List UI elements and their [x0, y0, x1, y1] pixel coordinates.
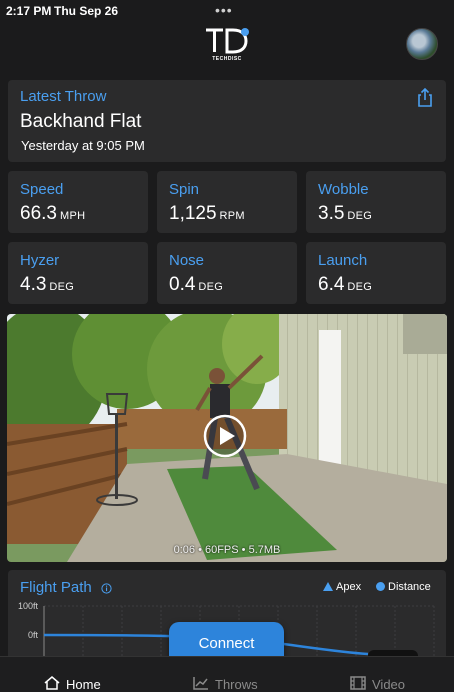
tab-home[interactable]: Home	[44, 676, 101, 692]
metric-unit: DEG	[347, 281, 373, 293]
app-root: 2:17 PM Thu Sep 26 ••• TECHDISC Latest T…	[0, 0, 454, 692]
metric-unit: MPH	[59, 210, 86, 222]
metric-label: Speed	[20, 181, 64, 198]
chart-icon	[193, 677, 208, 690]
status-date: Thu Sep 26	[54, 4, 119, 18]
share-icon[interactable]	[416, 87, 434, 108]
metric-value: 1,125 RPM	[169, 203, 245, 224]
metric-label: Wobble	[318, 181, 369, 198]
metric-card-launch[interactable]: Launch 6.4 DEG	[306, 242, 446, 304]
tab-throws[interactable]: Throws	[193, 677, 258, 692]
logo-text: TECHDISC	[212, 56, 242, 62]
metric-value: 0.4 DEG	[169, 274, 224, 295]
metric-unit: DEG	[49, 281, 75, 293]
metric-value: 4.3 DEG	[20, 274, 75, 295]
metric-unit: RPM	[219, 210, 245, 222]
metric-value: 66.3 MPH	[20, 203, 86, 224]
play-icon[interactable]	[203, 414, 247, 458]
metric-card-nose[interactable]: Nose 0.4 DEG	[157, 242, 297, 304]
metric-card-wobble[interactable]: Wobble 3.5 DEG	[306, 171, 446, 233]
video-meta: 0:06 • 60FPS • 5.7MB	[173, 544, 281, 556]
tab-label: Video	[372, 677, 406, 692]
status-time: 2:17 PM	[6, 4, 52, 18]
tab-bar: Home Throws Video	[0, 656, 454, 692]
metric-value: 6.4 DEG	[318, 274, 373, 295]
metric-card-hyzer[interactable]: Hyzer 4.3 DEG	[8, 242, 148, 304]
throw-type-title: Backhand Flat	[20, 111, 142, 132]
throw-timestamp: Yesterday at 9:05 PM	[21, 138, 145, 153]
throw-video-player[interactable]: 0:06 • 60FPS • 5.7MB	[7, 314, 447, 562]
latest-throw-label: Latest Throw	[20, 88, 107, 105]
tab-video[interactable]: Video	[350, 676, 406, 692]
metric-value: 3.5 DEG	[318, 203, 373, 224]
app-header: TECHDISC	[0, 22, 454, 68]
tab-label: Throws	[215, 677, 258, 692]
metric-unit: DEG	[198, 281, 224, 293]
metric-label: Nose	[169, 252, 205, 269]
metric-label: Spin	[169, 181, 200, 198]
tab-label: Home	[66, 677, 101, 692]
latest-throw-card[interactable]: Latest Throw Backhand Flat Yesterday at …	[8, 80, 446, 162]
multitasking-dots[interactable]: •••	[215, 2, 233, 18]
metric-label: Hyzer	[20, 252, 60, 269]
home-icon	[44, 676, 60, 690]
metric-label: Launch	[318, 252, 368, 269]
metric-card-spin[interactable]: Spin 1,125 RPM	[157, 171, 297, 233]
status-bar: 2:17 PM Thu Sep 26 •••	[0, 0, 454, 22]
techdisc-logo: TECHDISC	[203, 26, 251, 64]
metric-card-speed[interactable]: Speed 66.3 MPH	[8, 171, 148, 233]
metric-unit: DEG	[347, 210, 373, 222]
film-icon	[350, 676, 366, 690]
avatar[interactable]	[406, 28, 438, 60]
